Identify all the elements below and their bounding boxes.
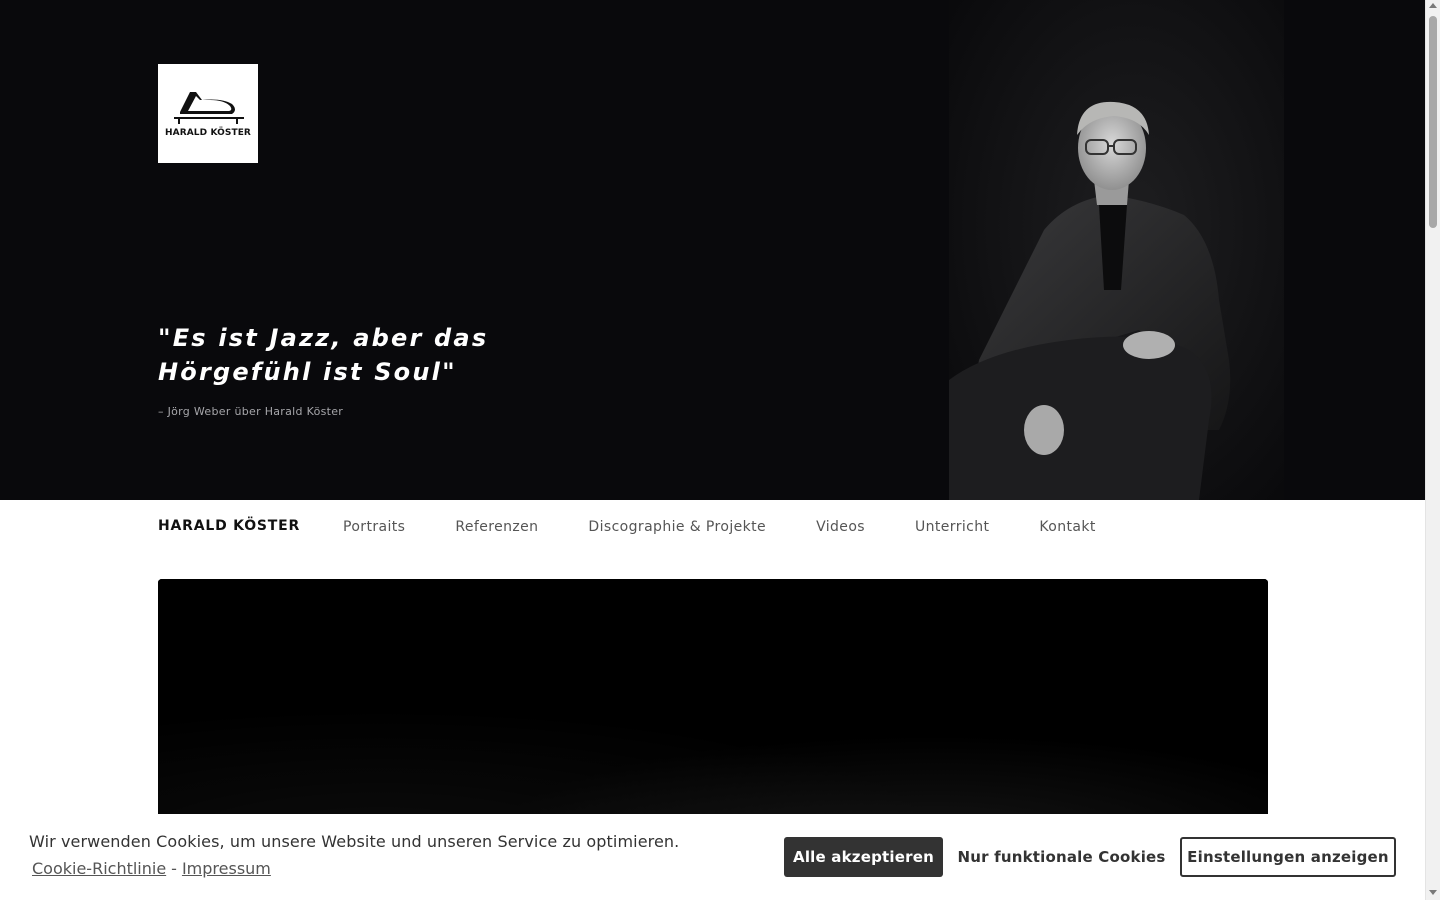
vertical-scrollbar[interactable] — [1425, 0, 1440, 900]
imprint-link[interactable]: Impressum — [182, 859, 271, 878]
scroll-down-arrow-icon[interactable] — [1429, 890, 1437, 895]
cookie-message: Wir verwenden Cookies, um unsere Website… — [29, 832, 680, 851]
accept-all-button[interactable]: Alle akzeptieren — [784, 837, 943, 877]
nav-item-portraits[interactable]: Portraits — [343, 519, 405, 535]
hero-section: HARALD KÖSTER "Es ist Jazz, aber das Hör… — [0, 0, 1425, 500]
nav-item-referenzen[interactable]: Referenzen — [455, 519, 538, 535]
functional-cookies-button[interactable]: Nur funktionale Cookies — [950, 837, 1173, 877]
site-logo[interactable]: HARALD KÖSTER — [158, 64, 258, 163]
featured-image — [158, 579, 1268, 839]
main-navigation: HARALD KÖSTER Portraits Referenzen Disco… — [0, 500, 1425, 554]
nav-item-kontakt[interactable]: Kontakt — [1039, 519, 1095, 535]
logo-text: HARALD KÖSTER — [165, 128, 251, 138]
grand-piano-icon — [174, 92, 244, 124]
portrait-photo — [949, 0, 1284, 500]
nav-brand[interactable]: HARALD KÖSTER — [158, 518, 300, 534]
scroll-up-arrow-icon[interactable] — [1429, 3, 1437, 8]
cookie-policy-link[interactable]: Cookie-Richtlinie — [32, 859, 166, 878]
cookie-links: Cookie-Richtlinie - Impressum — [32, 859, 271, 878]
show-settings-button[interactable]: Einstellungen anzeigen — [1180, 837, 1396, 877]
nav-item-videos[interactable]: Videos — [816, 519, 865, 535]
cookie-banner: Wir verwenden Cookies, um unsere Website… — [0, 814, 1425, 900]
featured-media[interactable] — [158, 579, 1268, 839]
scroll-thumb[interactable] — [1429, 16, 1437, 228]
cookie-link-separator: - — [171, 859, 177, 878]
hero-quote: "Es ist Jazz, aber das Hörgefühl ist Sou… — [158, 324, 489, 386]
quote-attribution: – Jörg Weber über Harald Köster — [158, 405, 344, 418]
nav-items: Portraits Referenzen Discographie & Proj… — [343, 519, 1146, 535]
nav-item-discographie[interactable]: Discographie & Projekte — [588, 519, 766, 535]
nav-item-unterricht[interactable]: Unterricht — [915, 519, 989, 535]
